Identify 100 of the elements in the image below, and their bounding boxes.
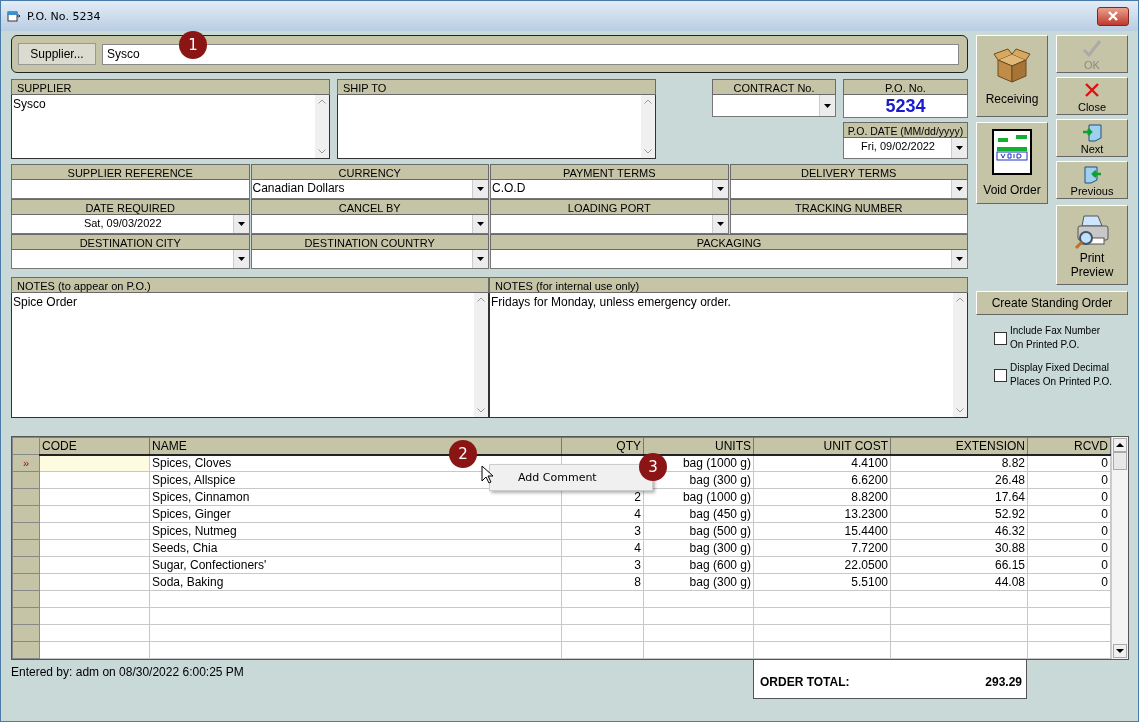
dropdown-button[interactable] (951, 180, 967, 198)
close-icon (1107, 11, 1119, 21)
table-cell: 52.92 (890, 505, 1028, 523)
dropdown-button[interactable] (472, 180, 488, 198)
toolbar-button[interactable]: Previous (1056, 161, 1128, 199)
date-field[interactable]: Fri, 09/02/2022 (843, 138, 968, 159)
dropdown-button[interactable] (951, 138, 967, 158)
caret-icon (956, 257, 963, 261)
table-cell: Sugar, Confectioners' (149, 556, 562, 574)
table-cell: bag (600 g) (643, 556, 754, 574)
dropdown-field[interactable] (729, 180, 968, 199)
dropdown-button[interactable] (711, 215, 728, 233)
scrollbar[interactable] (474, 293, 488, 417)
table-cell: 15.4400 (753, 522, 891, 540)
field-label: PAYMENT TERMS (490, 164, 729, 180)
dropdown-button[interactable] (711, 180, 728, 198)
table-cell: bag (450 g) (643, 505, 754, 523)
address-field[interactable]: Sysco (11, 95, 330, 159)
table-cell: 0 (1027, 556, 1111, 574)
dropdown-field[interactable] (11, 250, 250, 269)
box-icon (992, 46, 1032, 84)
toolbar-button[interactable]: Close (1056, 77, 1128, 115)
toolbar-button[interactable]: Void Order (976, 122, 1048, 204)
dropdown-field[interactable]: C.O.D (490, 180, 729, 199)
address-field[interactable] (337, 95, 656, 159)
po-number: 5234 (843, 95, 968, 118)
notes-field[interactable]: Fridays for Monday, unless emergency order. (489, 293, 968, 418)
supplier-button[interactable]: Supplier... (18, 43, 96, 65)
table-cell: 0 (1027, 454, 1111, 472)
scroll-down-icon (956, 408, 964, 413)
dropdown-button[interactable] (951, 250, 967, 268)
notes-field[interactable]: Spice Order (11, 293, 489, 418)
void-form-icon (992, 129, 1032, 175)
column-header[interactable]: EXTENSION (890, 437, 1028, 455)
page-arrow-icon (1081, 163, 1103, 184)
column-header[interactable]: RCVD (1027, 437, 1111, 455)
dropdown-button[interactable] (472, 215, 488, 233)
table-cell: bag (500 g) (643, 522, 754, 540)
table-cell: 30.88 (890, 539, 1028, 557)
table-cell: 8.82 (890, 454, 1028, 472)
table-cell: bag (300 g) (643, 539, 754, 557)
column-header[interactable]: CODE (39, 437, 150, 455)
dropdown-field[interactable] (250, 215, 489, 234)
toolbar-button[interactable]: Next (1056, 119, 1128, 157)
checkbox[interactable] (994, 331, 1007, 345)
field-label: CONTRACT No. (712, 79, 836, 95)
field-label: LOADING PORT (490, 199, 729, 215)
window-title: P.O. No. 5234 (27, 9, 102, 23)
field-label: PACKAGING (490, 234, 968, 250)
date-field[interactable]: Sat, 09/03/2022 (11, 215, 250, 234)
dropdown-button[interactable] (819, 95, 835, 116)
scroll-up-icon (318, 99, 326, 104)
standing-order-button[interactable]: Create Standing Order (976, 291, 1128, 315)
callout-badge: 1 (179, 31, 207, 59)
scrollbar[interactable] (1111, 437, 1128, 659)
toolbar-button[interactable]: Print Preview (1056, 205, 1128, 285)
table-cell: 0 (1027, 522, 1111, 540)
dropdown-button[interactable] (232, 215, 249, 233)
scroll-down-icon (1113, 644, 1127, 658)
scrollbar[interactable] (641, 95, 655, 158)
scrollbar[interactable] (953, 293, 967, 417)
field-label: CURRENCY (250, 164, 489, 180)
scroll-up-icon (956, 297, 964, 302)
table-cell: 0 (1027, 471, 1111, 489)
table-cell: Seeds, Chia (149, 539, 562, 557)
field-label: DELIVERY TERMS (729, 164, 968, 180)
table-cell: 44.08 (890, 573, 1028, 591)
total-value: 293.29 (985, 675, 1022, 689)
close-button[interactable] (1097, 6, 1129, 26)
contract-field[interactable] (712, 95, 836, 117)
scroll-up-icon (644, 99, 652, 104)
text-field[interactable] (11, 180, 250, 199)
caret-icon (477, 257, 484, 261)
column-header[interactable]: QTY (561, 437, 644, 455)
caret-icon (956, 146, 963, 150)
checkbox[interactable] (994, 368, 1007, 382)
field-label: SUPPLIER REFERENCE (11, 164, 250, 180)
scroll-thumb[interactable] (1113, 452, 1127, 470)
window-icon (7, 10, 21, 22)
caret-icon (477, 187, 484, 191)
table-cell: 46.32 (890, 522, 1028, 540)
scroll-up-icon (1113, 438, 1127, 452)
table-cell: 22.0500 (753, 556, 891, 574)
scroll-down-icon (644, 149, 652, 154)
dropdown-field[interactable] (250, 250, 489, 269)
toolbar-button[interactable]: Receiving (976, 35, 1048, 117)
column-header[interactable]: UNIT COST (753, 437, 891, 455)
table-cell: Soda, Baking (149, 573, 562, 591)
field-label: P.O. No. (843, 79, 968, 95)
scrollbar[interactable] (315, 95, 329, 158)
dropdown-field[interactable]: Canadian Dollars (250, 180, 489, 199)
dropdown-button[interactable] (232, 250, 249, 268)
text-field[interactable] (729, 215, 968, 234)
column-header[interactable]: UNITS (643, 437, 754, 455)
dropdown-button[interactable] (472, 250, 488, 268)
entered-by-text: Entered by: adm on 08/30/2022 6:00:25 PM (11, 664, 245, 679)
field-label: SUPPLIER (11, 79, 330, 95)
dropdown-field[interactable] (490, 215, 729, 234)
dropdown-field[interactable] (490, 250, 968, 269)
checkbox-label: Display Fixed Decimal Places On Printed P.O. (1010, 361, 1114, 389)
